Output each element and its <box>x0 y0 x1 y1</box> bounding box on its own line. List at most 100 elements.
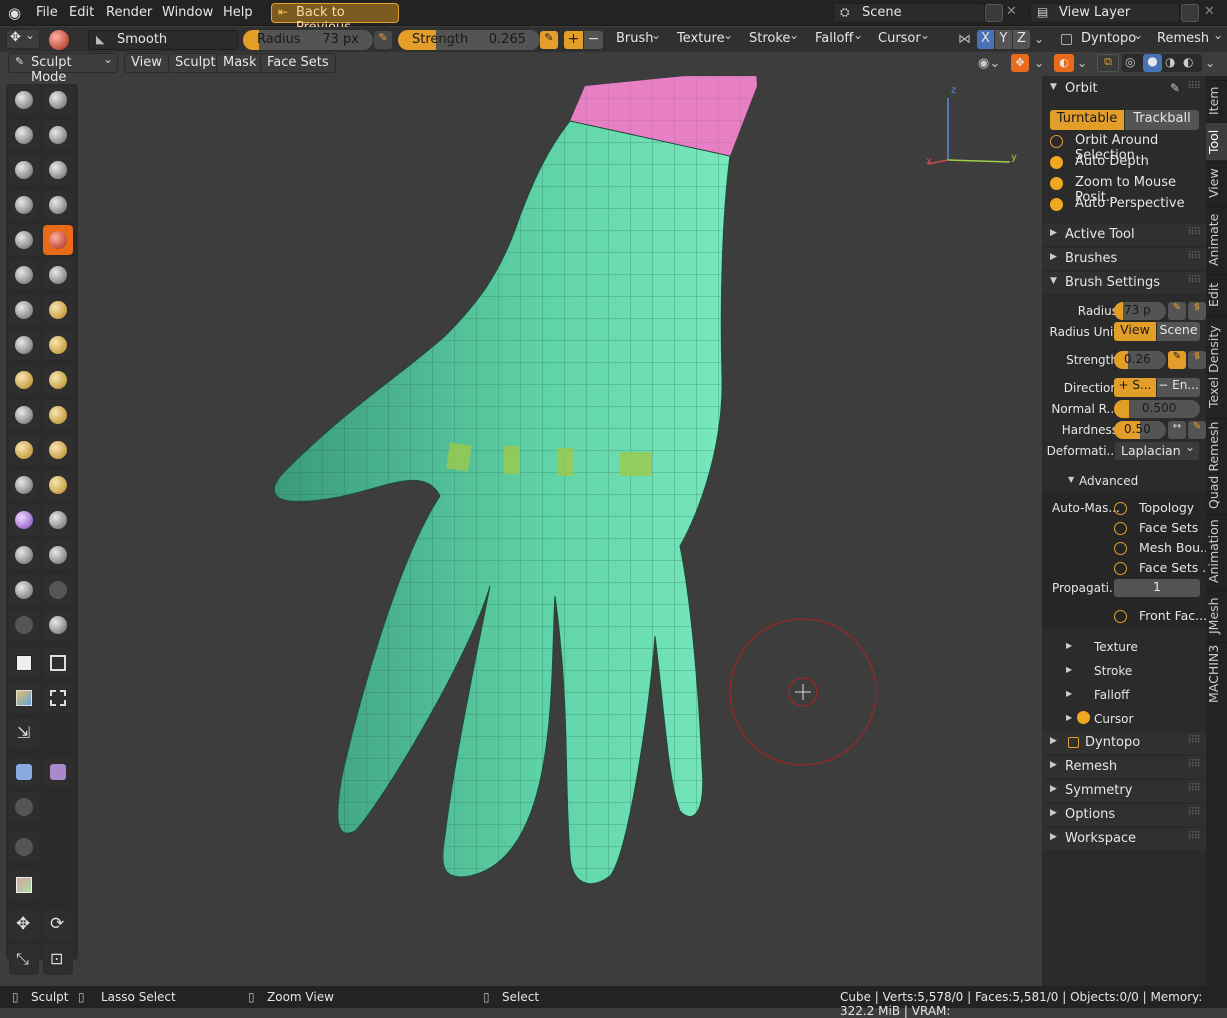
remesh-section-header[interactable]: ▶ Remesh ⠿⠿ <box>1042 756 1206 778</box>
sculpt-menu[interactable]: Sculpt <box>168 53 223 73</box>
multires-displacement-brush-icon[interactable] <box>9 575 39 605</box>
slide-relax-brush-icon[interactable] <box>9 470 39 500</box>
gizmo-toggle-icon[interactable]: ✥ <box>1011 54 1029 72</box>
wireframe-shading-icon[interactable]: ◎ <box>1125 55 1135 69</box>
overlays-toggle-icon[interactable]: ◐ <box>1054 54 1074 72</box>
falloff-subsection-header[interactable]: ▶ Falloff <box>1042 684 1206 706</box>
panel-strength-field[interactable]: 0.26 <box>1114 351 1166 369</box>
cloth-filter-icon[interactable] <box>43 757 73 787</box>
crease-brush-icon[interactable] <box>9 225 39 255</box>
tab-edit[interactable]: Edit <box>1206 274 1227 314</box>
symmetry-dropdown-icon[interactable]: ⌄ <box>1034 32 1044 46</box>
elastic-deform-brush-icon[interactable] <box>9 365 39 395</box>
dyntopo-section-header[interactable]: ▶ Dyntopo ⠿⠿ <box>1042 732 1206 754</box>
panel-radius-field[interactable]: 73 p <box>1114 302 1166 320</box>
strength-slider[interactable]: Strength 0.265 <box>398 30 540 50</box>
menu-file[interactable]: File <box>36 5 58 20</box>
box-mask-icon[interactable] <box>9 648 39 678</box>
mask-by-color-icon[interactable] <box>9 870 39 900</box>
new-view-layer-icon[interactable] <box>1181 4 1199 22</box>
cursor-menu[interactable]: Cursor <box>872 28 934 50</box>
tab-view[interactable]: View <box>1206 162 1227 204</box>
pinch-brush-icon[interactable] <box>9 330 39 360</box>
direction-subtract-toggle[interactable]: − En... <box>1157 378 1200 397</box>
3d-viewport[interactable]: z y x <box>80 58 1042 986</box>
tool-select-icon[interactable]: ✥ <box>6 28 40 49</box>
close-scene-icon[interactable]: ✕ <box>1006 4 1017 19</box>
grab-brush-icon[interactable] <box>43 330 73 360</box>
advanced-subsection-header[interactable]: ▼ Advanced <box>1042 470 1206 492</box>
boundary-brush-icon[interactable] <box>43 470 73 500</box>
tab-tool[interactable]: Tool <box>1206 122 1227 160</box>
back-to-previous-button[interactable]: ⇤ Back to Previous <box>271 3 399 35</box>
solid-shading-icon[interactable]: ● <box>1143 54 1162 72</box>
clay-thumb-brush-icon[interactable] <box>9 155 39 185</box>
axis-gizmo[interactable] <box>927 98 1011 165</box>
empty-brush-slot-icon[interactable] <box>9 610 39 640</box>
visibility-icon[interactable]: ◉⌄ <box>978 56 1000 71</box>
clay-brush-icon[interactable] <box>9 120 39 150</box>
strength-jitter-icon[interactable]: ⥮ <box>1188 351 1206 369</box>
inflate-brush-icon[interactable] <box>9 190 39 220</box>
shading-dropdown-icon[interactable]: ⌄ <box>1205 56 1215 70</box>
box-hide-icon[interactable] <box>43 648 73 678</box>
radius-pressure-toggle-icon[interactable]: ✎ <box>1168 302 1186 320</box>
dyntopo-menu[interactable]: Dyntopo <box>1075 28 1147 50</box>
scene-selector[interactable]: ⛭ Scene <box>833 3 985 23</box>
view-layer-selector[interactable]: ▤ View Layer <box>1030 3 1180 23</box>
scale-tool-icon[interactable]: ⤡ <box>9 945 39 975</box>
draw-brush-icon[interactable] <box>9 85 39 115</box>
sculpt-mode-dropdown[interactable]: ✎ Sculpt Mode <box>8 52 118 85</box>
texture-subsection-header[interactable]: ▶ Texture <box>1042 636 1206 658</box>
brushes-section-header[interactable]: ▶ Brushes ⠿⠿ <box>1042 248 1206 270</box>
direction-subtract-button[interactable]: − <box>584 31 603 49</box>
drag-handle-icon[interactable]: ⠿⠿ <box>1187 81 1201 92</box>
layer-brush-icon[interactable] <box>43 155 73 185</box>
auto-perspective-checkbox[interactable]: Auto Perspective <box>1050 196 1214 211</box>
menu-help[interactable]: Help <box>223 5 253 20</box>
color-filter-slot-icon[interactable] <box>9 792 39 822</box>
radius-slider[interactable]: Radius 73 px <box>243 30 373 50</box>
gizmo-dropdown-icon[interactable]: ⌄ <box>1034 56 1044 70</box>
menu-edit[interactable]: Edit <box>69 5 94 20</box>
mask-brush-icon[interactable] <box>9 540 39 570</box>
tab-texel-density[interactable]: Texel Density <box>1206 316 1227 416</box>
new-scene-icon[interactable] <box>985 4 1003 22</box>
menu-window[interactable]: Window <box>162 5 213 20</box>
hardness-pressure-icon[interactable]: ✎ <box>1188 421 1206 439</box>
radius-unit-view-button[interactable]: View <box>1114 322 1156 341</box>
tab-quad-remesh[interactable]: Quad Remesh <box>1206 418 1227 512</box>
view-menu[interactable]: View <box>124 53 169 73</box>
paint-brush-icon[interactable] <box>43 610 73 640</box>
xray-toggle-icon[interactable]: ⧉ <box>1097 54 1119 72</box>
stroke-subsection-header[interactable]: ▶ Stroke <box>1042 660 1206 682</box>
box-trim-icon[interactable] <box>43 683 73 713</box>
brush-menu[interactable]: Brush <box>610 28 665 50</box>
draw-face-sets-brush-icon[interactable] <box>43 540 73 570</box>
tab-item[interactable]: Item <box>1206 80 1227 120</box>
multiplane-scrape-brush-icon[interactable] <box>43 295 73 325</box>
radius-unit-scene-button[interactable]: Scene <box>1157 322 1200 341</box>
radius-jitter-icon[interactable]: ⥮ <box>1188 302 1206 320</box>
empty-brush-slot-icon[interactable] <box>43 575 73 605</box>
mesh-filter-icon[interactable] <box>9 757 39 787</box>
direction-add-toggle[interactable]: + S... <box>1114 378 1156 397</box>
pose-brush-icon[interactable] <box>43 400 73 430</box>
stroke-menu[interactable]: Stroke <box>743 28 803 50</box>
line-project-icon[interactable]: ⇲ <box>9 718 39 748</box>
cursor-checkbox-icon[interactable] <box>1077 711 1090 724</box>
falloff-menu[interactable]: Falloff <box>809 28 867 50</box>
radius-pressure-icon[interactable]: ✎ <box>374 31 392 49</box>
draw-sharp-brush-icon[interactable] <box>43 85 73 115</box>
transform-tool-icon[interactable]: ⊡ <box>43 945 73 975</box>
active-tool-section-header[interactable]: ▶ Active Tool ⠿⠿ <box>1042 224 1206 246</box>
symmetry-y-toggle[interactable]: Y <box>995 30 1012 49</box>
tab-animation[interactable]: Animation <box>1206 514 1227 588</box>
normal-radius-field[interactable]: 0.500 <box>1114 400 1200 418</box>
rotate-tool-icon[interactable]: ⟳ <box>43 910 73 940</box>
texture-menu[interactable]: Texture <box>671 28 737 50</box>
tab-jmesh[interactable]: JMesh <box>1206 590 1227 640</box>
rendered-shading-icon[interactable]: ◐ <box>1183 55 1193 69</box>
box-face-set-icon[interactable] <box>9 683 39 713</box>
direction-add-button[interactable]: + <box>564 31 583 49</box>
